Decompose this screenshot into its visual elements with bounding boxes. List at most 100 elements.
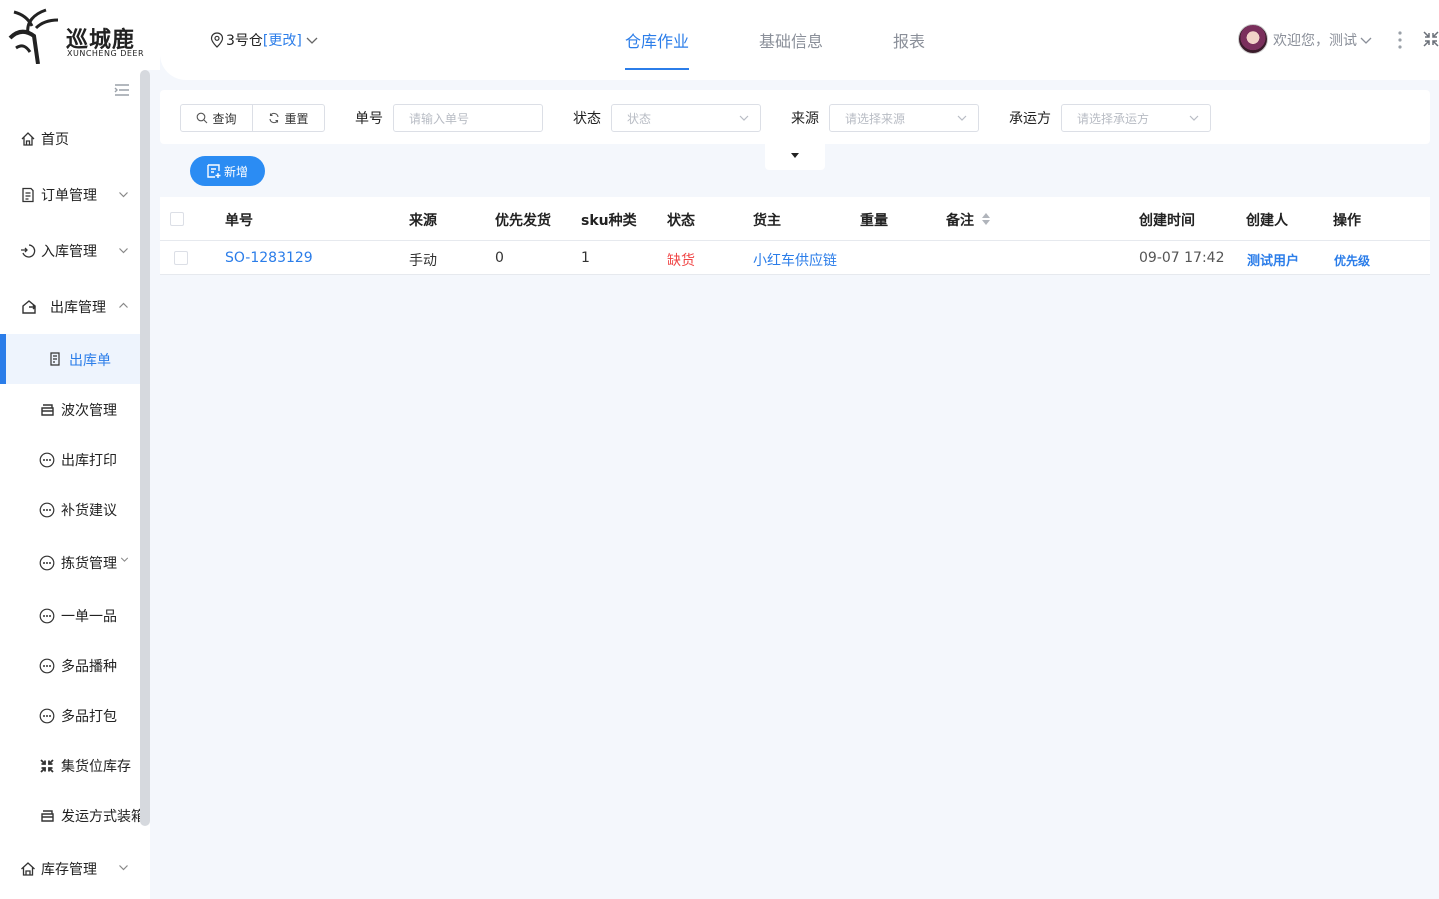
expand-filters-button[interactable] [765, 144, 825, 170]
col-weight[interactable]: 重量 [860, 210, 888, 230]
owner-link[interactable]: 小红车供应链 [753, 250, 837, 270]
sidebar-item-label: 波次管理 [61, 403, 117, 419]
sidebar-item-multi-pack[interactable]: 多品打包 [0, 696, 140, 736]
tab-basic-info[interactable]: 基础信息 [759, 28, 823, 52]
order-no-placeholder: 请输入单号 [409, 111, 470, 126]
source-placeholder: 请选择来源 [845, 111, 906, 126]
col-creator[interactable]: 创建人 [1246, 210, 1288, 230]
sidebar-item-print[interactable]: 出库打印 [0, 440, 140, 480]
warehouse-selector[interactable]: 3号仓 [更改] [210, 30, 319, 50]
sidebar-item-wave[interactable]: 波次管理 [0, 390, 140, 430]
sidebar-item-inbound[interactable]: 入库管理 [0, 231, 140, 271]
caret-down-icon [791, 153, 799, 158]
sidebar-scrollbar[interactable] [140, 70, 150, 826]
chevron-down-icon [120, 557, 129, 562]
chevron-down-icon [119, 192, 128, 198]
chevron-down-icon [1360, 37, 1372, 44]
order-no-input[interactable]: 请输入单号 [393, 104, 543, 132]
status-label: 状态 [573, 111, 601, 127]
cell-sku-types: 1 [581, 250, 590, 266]
home-icon [21, 132, 35, 146]
cell-created-at: 09-07 17:42 [1139, 250, 1225, 266]
refresh-icon [269, 112, 280, 124]
sidebar-item-label: 出库打印 [61, 453, 117, 469]
sort-icon[interactable] [981, 212, 991, 226]
sidebar-item-outbound[interactable]: 出库管理 [0, 287, 140, 327]
chevron-down-icon [119, 248, 128, 254]
reset-button[interactable]: 重置 [252, 105, 324, 131]
sidebar-item-label: 多品打包 [61, 709, 117, 725]
cell-priority: 0 [495, 250, 504, 266]
sidebar-item-collect-stock[interactable]: 集货位库存 [0, 746, 140, 786]
dots-circle-icon [39, 658, 55, 674]
outbound-icon [22, 300, 36, 314]
sidebar-item-picking[interactable]: 拣货管理 [0, 543, 140, 583]
sidebar-item-label: 首页 [41, 132, 69, 148]
source-select[interactable]: 请选择来源 [829, 104, 979, 132]
col-created-at[interactable]: 创建时间 [1139, 210, 1195, 230]
table-header: 单号 来源 优先发货 sku种类 状态 货主 重量 备注 创建时间 创建人 操作 [160, 197, 1430, 241]
menu-collapse-icon[interactable] [114, 83, 130, 97]
avatar[interactable] [1238, 24, 1268, 54]
cell-source: 手动 [409, 253, 437, 269]
col-sku-types[interactable]: sku种类 [581, 210, 637, 230]
more-vertical-icon[interactable] [1395, 30, 1405, 50]
inbound-icon [21, 244, 36, 258]
source-label: 来源 [791, 111, 819, 127]
priority-action-link[interactable]: 优先级 [1334, 252, 1370, 269]
sidebar-item-replenish[interactable]: 补货建议 [0, 490, 140, 530]
chevron-down-icon [119, 865, 128, 871]
filter-button-group: 查询 重置 [180, 104, 325, 132]
active-tab-indicator [625, 68, 689, 70]
col-owner[interactable]: 货主 [753, 210, 781, 230]
sidebar-item-stock[interactable]: 库存管理 [0, 849, 140, 889]
col-remark[interactable]: 备注 [946, 210, 974, 230]
top-header: 3号仓 [更改] 仓库作业 基础信息 报表 欢迎您，测试 [160, 0, 1439, 80]
col-status[interactable]: 状态 [667, 210, 695, 230]
col-actions[interactable]: 操作 [1333, 210, 1361, 230]
dots-circle-icon [39, 452, 55, 468]
chevron-down-icon[interactable] [305, 33, 319, 47]
row-checkbox[interactable] [174, 251, 188, 265]
tab-reports[interactable]: 报表 [893, 28, 925, 52]
chevron-down-icon [739, 115, 749, 121]
col-order-no[interactable]: 单号 [225, 210, 253, 230]
creator-link[interactable]: 测试用户 [1247, 250, 1299, 269]
sidebar-item-label: 一单一品 [61, 609, 117, 625]
dots-circle-icon [39, 555, 55, 571]
tab-warehouse-ops[interactable]: 仓库作业 [625, 28, 689, 52]
sidebar-item-label: 出库管理 [50, 300, 106, 316]
col-priority[interactable]: 优先发货 [495, 210, 551, 230]
sidebar-item-home[interactable]: 首页 [0, 119, 140, 159]
change-warehouse-link[interactable]: [更改] [263, 30, 302, 50]
carrier-select[interactable]: 请选择承运方 [1061, 104, 1211, 132]
brand-subtitle: XUNCHENG DEER [67, 49, 145, 58]
sidebar-item-single[interactable]: 一单一品 [0, 596, 140, 636]
sidebar-item-label: 多品播种 [61, 659, 117, 675]
add-button[interactable]: 新增 [190, 156, 265, 186]
status-select[interactable]: 状态 [611, 104, 761, 132]
sidebar-item-orders[interactable]: 订单管理 [0, 175, 140, 215]
box-icon [41, 810, 54, 822]
sidebar-item-label: 出库单 [69, 353, 111, 369]
chevron-down-icon [1189, 115, 1199, 121]
sidebar-item-multi-sow[interactable]: 多品播种 [0, 646, 140, 686]
sidebar-item-label: 发运方式装箱 [61, 809, 140, 825]
sidebar-item-label: 库存管理 [41, 862, 97, 878]
sidebar-item-outbound-order[interactable]: 出库单 [0, 334, 140, 384]
col-source[interactable]: 来源 [409, 210, 437, 230]
warehouse-name: 3号仓 [226, 33, 263, 49]
select-all-checkbox[interactable] [170, 212, 184, 226]
user-menu[interactable]: 欢迎您，测试 [1273, 30, 1373, 50]
order-no-label: 单号 [355, 111, 383, 127]
dots-circle-icon [39, 502, 55, 518]
status-placeholder: 状态 [627, 111, 652, 126]
query-button[interactable]: 查询 [181, 105, 252, 131]
carrier-label: 承运方 [1009, 111, 1051, 127]
chevron-down-icon [957, 115, 967, 121]
order-no-link[interactable]: SO-1283129 [225, 250, 313, 266]
sidebar-item-label: 拣货管理 [61, 556, 117, 572]
welcome-text: 欢迎您，测试 [1273, 33, 1357, 49]
sidebar-item-ship-packing[interactable]: 发运方式装箱 [0, 796, 140, 836]
fullscreen-exit-icon[interactable] [1422, 30, 1439, 48]
